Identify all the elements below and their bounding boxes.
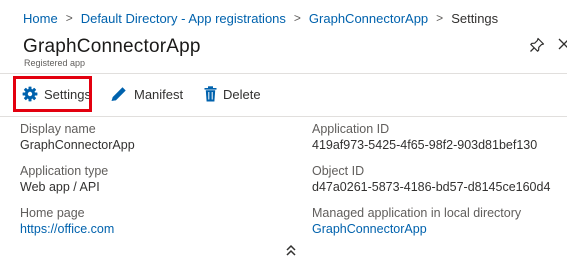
toolbar-divider-bottom: [0, 116, 567, 117]
trash-icon: [204, 86, 217, 102]
delete-label: Delete: [223, 86, 261, 102]
pencil-icon: [111, 87, 126, 101]
manifest-button[interactable]: Manifest: [110, 83, 183, 105]
display-name-label: Display name: [20, 122, 96, 136]
application-id-label: Application ID: [312, 122, 390, 136]
display-name-value: GraphConnectorApp: [20, 138, 135, 152]
pin-icon[interactable]: [529, 37, 545, 53]
double-chevron-up-icon[interactable]: [285, 243, 297, 257]
page-subtitle: Registered app: [24, 58, 86, 68]
breadcrumb-separator: >: [436, 11, 444, 25]
settings-highlight-box: [13, 76, 92, 112]
home-page-link[interactable]: https://office.com: [20, 222, 114, 236]
object-id-label: Object ID: [312, 164, 365, 178]
breadcrumb-home[interactable]: Home: [23, 11, 58, 26]
page-title: GraphConnectorApp: [23, 36, 201, 57]
breadcrumb: Home > Default Directory - App registrat…: [23, 9, 498, 27]
application-type-label: Application type: [20, 164, 109, 178]
delete-button[interactable]: Delete: [204, 83, 261, 105]
breadcrumb-separator: >: [293, 11, 301, 25]
application-type-value: Web app / API: [20, 180, 100, 194]
breadcrumb-separator: >: [65, 11, 73, 25]
managed-application-label: Managed application in local directory: [312, 206, 522, 220]
breadcrumb-app-registrations[interactable]: Default Directory - App registrations: [81, 11, 286, 26]
home-page-label: Home page: [20, 206, 85, 220]
managed-application-link[interactable]: GraphConnectorApp: [312, 222, 427, 236]
close-icon[interactable]: [557, 36, 567, 52]
object-id-value: d47a0261-5873-4186-bd57-d8145ce160d4: [312, 180, 551, 194]
toolbar-divider-top: [0, 73, 567, 74]
breadcrumb-graphconnectorapp[interactable]: GraphConnectorApp: [309, 11, 428, 26]
application-id-value: 419af973-5425-4f65-98f2-903d81bef130: [312, 138, 538, 152]
manifest-label: Manifest: [134, 86, 184, 102]
breadcrumb-current: Settings: [451, 10, 499, 26]
